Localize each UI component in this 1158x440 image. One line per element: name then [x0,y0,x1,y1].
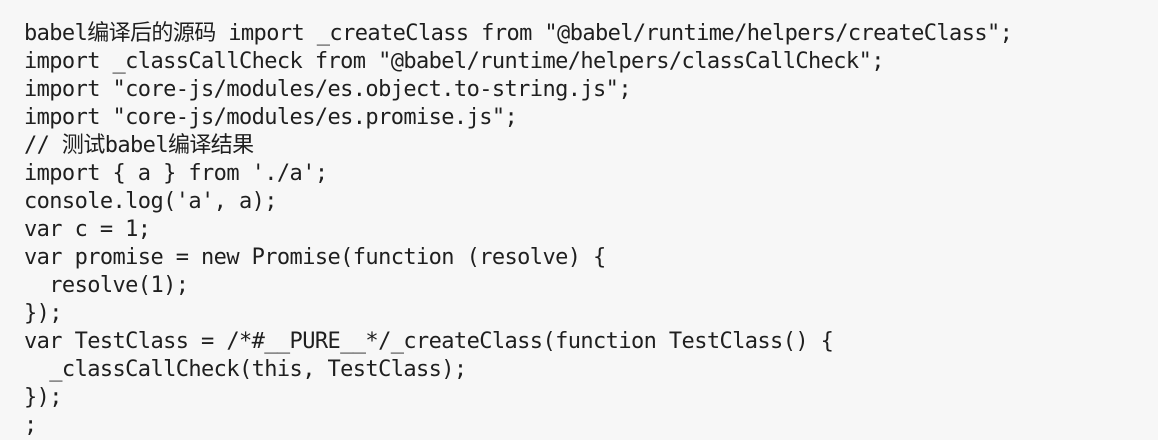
code-line-13: _classCallCheck(this, TestClass); [24,357,467,382]
code-line-4: import "core-js/modules/es.promise.js"; [24,105,518,130]
code-line-8: var c = 1; [24,217,151,242]
code-line-7: console.log('a', a); [24,189,278,214]
code-line-1: babel编译后的源码 import _createClass from "@b… [24,21,1013,46]
code-line-3: import "core-js/modules/es.object.to-str… [24,77,632,102]
code-line-9: var promise = new Promise(function (reso… [24,245,606,270]
code-line-6: import { a } from './a'; [24,161,328,186]
code-line-14: }); [24,385,63,410]
code-line-2: import _classCallCheck from "@babel/runt… [24,49,884,74]
code-line-15: ; [24,413,37,438]
code-block: babel编译后的源码 import _createClass from "@b… [0,0,1158,440]
code-line-10: resolve(1); [24,273,189,298]
code-line-11: }); [24,301,63,326]
code-line-5: // 测试babel编译结果 [24,133,254,158]
code-line-12: var TestClass = /*#__PURE__*/_createClas… [24,329,834,354]
